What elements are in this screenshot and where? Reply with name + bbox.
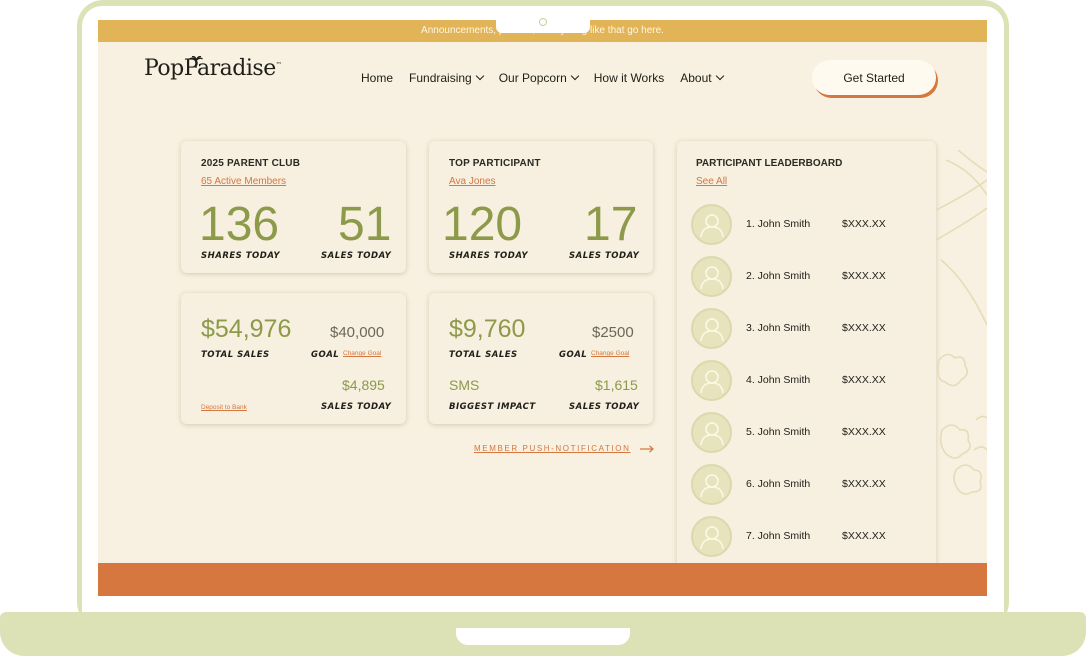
footer-bar: [98, 563, 987, 596]
nav-about[interactable]: About: [680, 71, 724, 85]
active-members-link[interactable]: 65 Active Members: [201, 176, 286, 187]
laptop-notch: [456, 628, 630, 645]
sales-today-value: 17: [584, 198, 638, 251]
logo-text: PopParadise: [144, 56, 276, 81]
avatar: [691, 256, 732, 297]
participant-amount: $XXX.XX: [842, 478, 886, 490]
shares-today-label: SHARES TODAY: [201, 251, 281, 261]
main-menu: Home Fundraising Our Popcorn How it Work…: [361, 71, 739, 85]
participant-name: 5. John Smith: [746, 426, 811, 438]
nav-home-label: Home: [361, 71, 394, 85]
participant-leaderboard-card: PARTICIPANT LEADERBOARD See All 1. John …: [677, 141, 936, 596]
participant-name: 1. John Smith: [746, 218, 811, 230]
avatar: [691, 360, 732, 401]
leaderboard-row[interactable]: 3. John Smith $XXX.XX: [691, 308, 921, 352]
participant-amount: $XXX.XX: [842, 426, 886, 438]
total-sales-label: TOTAL SALES: [201, 350, 270, 360]
card-title: TOP PARTICIPANT: [449, 158, 541, 169]
see-all-link[interactable]: See All: [696, 176, 727, 187]
logo-trademark: ™: [275, 61, 282, 69]
sales-today-label: SALES TODAY: [569, 402, 640, 412]
sales-today-label: SALES TODAY: [321, 402, 392, 412]
avatar: [691, 516, 732, 557]
nav-how-it-works-label: How it Works: [593, 71, 665, 85]
avatar: [691, 412, 732, 453]
participant-name: 2. John Smith: [746, 270, 811, 282]
user-placeholder-icon: [700, 370, 724, 394]
chevron-down-icon: [715, 71, 724, 81]
sales-today-label: SALES TODAY: [569, 251, 640, 261]
user-placeholder-icon: [700, 266, 724, 290]
goal-value: $2500: [592, 324, 634, 341]
participant-amount: $XXX.XX: [842, 322, 886, 334]
participant-sales-card: $9,760 TOTAL SALES $2500 GOAL Change Goa…: [429, 293, 653, 424]
nav-how-it-works[interactable]: How it Works: [594, 71, 664, 85]
total-sales-value: $9,760: [449, 315, 526, 343]
shares-today-value: 136: [199, 198, 280, 251]
participant-amount: $XXX.XX: [842, 270, 886, 282]
change-goal-link[interactable]: Change Goal: [343, 350, 381, 357]
leaderboard-row[interactable]: 1. John Smith $XXX.XX: [691, 204, 921, 248]
avatar: [691, 464, 732, 505]
sales-today-label: SALES TODAY: [321, 251, 392, 261]
arrow-right-icon[interactable]: [640, 445, 654, 453]
get-started-button[interactable]: Get Started: [812, 60, 936, 95]
user-placeholder-icon: [700, 422, 724, 446]
leaderboard-row[interactable]: 2. John Smith $XXX.XX: [691, 256, 921, 300]
nav-about-label: About: [680, 71, 712, 85]
member-push-notification-link[interactable]: MEMBER PUSH-NOTIFICATION: [474, 444, 630, 453]
chevron-down-icon: [475, 71, 484, 81]
club-sales-card: $54,976 TOTAL SALES $40,000 GOAL Change …: [181, 293, 406, 424]
total-sales-value: $54,976: [201, 315, 292, 343]
user-placeholder-icon: [700, 318, 724, 342]
goal-label: GOAL: [311, 350, 340, 360]
nav-our-popcorn[interactable]: Our Popcorn: [498, 71, 580, 85]
leaderboard-row[interactable]: 4. John Smith $XXX.XX: [691, 360, 921, 404]
palm-tree-icon: [189, 56, 203, 68]
participant-name: 3. John Smith: [746, 322, 811, 334]
sales-today-value: $1,615: [595, 377, 638, 393]
total-sales-label: TOTAL SALES: [449, 350, 518, 360]
nav-fundraising[interactable]: Fundraising: [409, 71, 484, 85]
goal-value: $40,000: [330, 324, 385, 341]
user-placeholder-icon: [700, 526, 724, 550]
deposit-to-bank-link[interactable]: Deposit to Bank: [201, 404, 247, 411]
shares-today-value: 120: [442, 198, 523, 251]
user-placeholder-icon: [700, 474, 724, 498]
chevron-down-icon: [570, 71, 580, 81]
goal-label: GOAL: [559, 350, 588, 360]
nav-home[interactable]: Home: [361, 71, 393, 85]
sales-today-value: 51: [338, 198, 392, 251]
participant-amount: $XXX.XX: [842, 218, 886, 230]
participant-amount: $XXX.XX: [842, 374, 886, 386]
participant-amount: $XXX.XX: [842, 530, 886, 542]
top-navigation: PopParadise™ Home Fundraising Our Popcor…: [98, 42, 987, 112]
participant-name: 6. John Smith: [746, 478, 811, 490]
sales-today-value: $4,895: [342, 377, 385, 393]
biggest-impact-value: SMS: [449, 377, 480, 393]
popcorn-line-art-decoration: [936, 150, 987, 495]
leaderboard-title: PARTICIPANT LEADERBOARD: [696, 158, 843, 169]
top-participant-card: TOP PARTICIPANT Ava Jones 120 SHARES TOD…: [429, 141, 653, 273]
participant-name: 4. John Smith: [746, 374, 811, 386]
nav-our-popcorn-label: Our Popcorn: [498, 71, 567, 85]
user-placeholder-icon: [700, 214, 724, 238]
parent-club-card: 2025 PARENT CLUB 65 Active Members 136 S…: [181, 141, 406, 273]
top-participant-link[interactable]: Ava Jones: [449, 176, 496, 187]
nav-fundraising-label: Fundraising: [409, 71, 472, 85]
leaderboard-row[interactable]: 5. John Smith $XXX.XX: [691, 412, 921, 456]
shares-today-label: SHARES TODAY: [449, 251, 529, 261]
website-viewport: Announcements, promos, or anything like …: [98, 20, 987, 596]
avatar: [691, 308, 732, 349]
leaderboard-row[interactable]: 6. John Smith $XXX.XX: [691, 464, 921, 508]
change-goal-link[interactable]: Change Goal: [591, 350, 629, 357]
leaderboard-row[interactable]: 7. John Smith $XXX.XX: [691, 516, 921, 560]
participant-name: 7. John Smith: [746, 530, 811, 542]
avatar: [691, 204, 732, 245]
camera-icon: [539, 18, 547, 26]
biggest-impact-label: BIGGEST IMPACT: [449, 402, 536, 412]
logo[interactable]: PopParadise™: [144, 56, 282, 81]
card-title: 2025 PARENT CLUB: [201, 158, 301, 169]
